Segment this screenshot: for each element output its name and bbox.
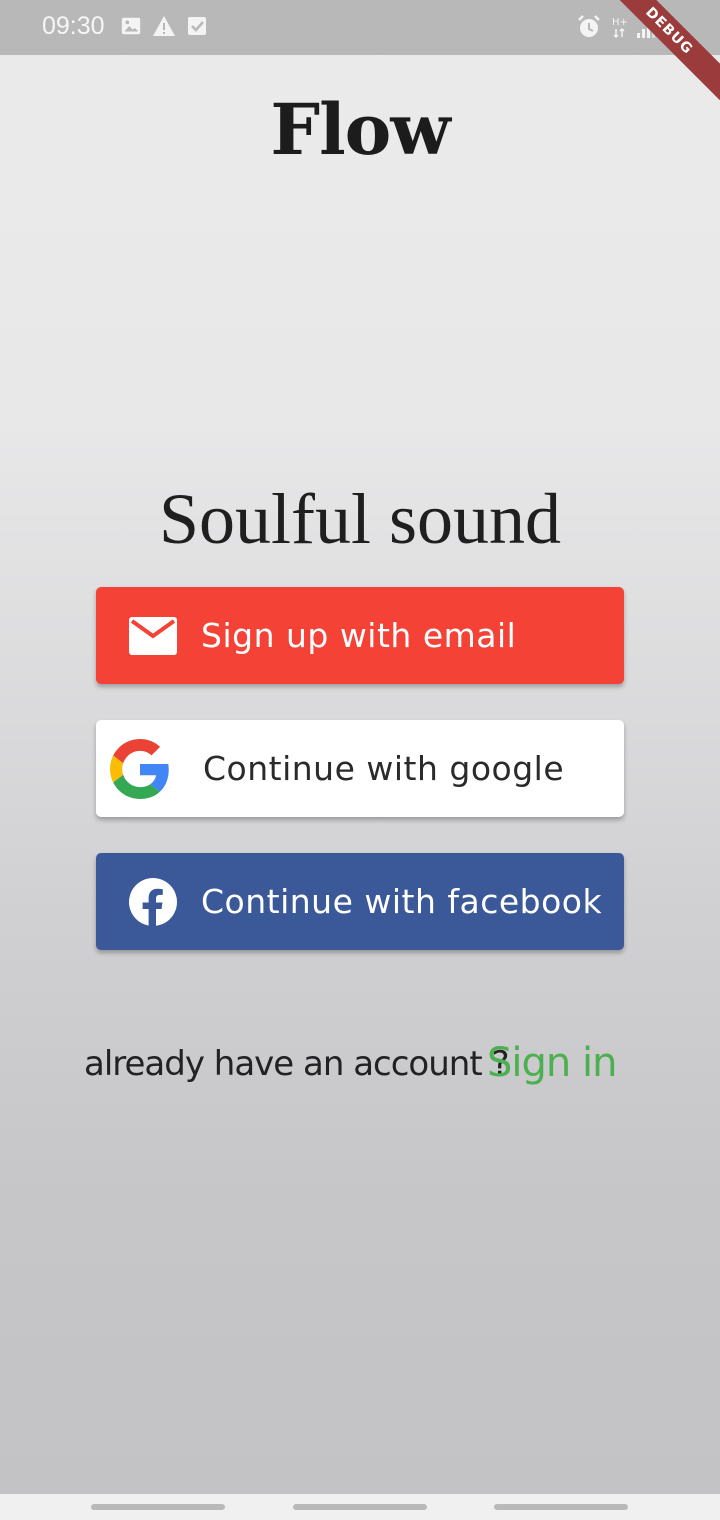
app-title: Flow	[270, 88, 450, 171]
warning-icon	[152, 15, 176, 39]
account-row: already have an account ? Sign in	[0, 1040, 720, 1094]
navigation-bar	[0, 1494, 720, 1520]
continue-google-button[interactable]: Continue with google	[96, 720, 624, 817]
nav-pill-center[interactable]	[293, 1504, 427, 1510]
continue-facebook-label: Continue with facebook	[201, 882, 603, 921]
sign-in-link[interactable]: Sign in	[487, 1040, 617, 1086]
checkbox-icon	[187, 15, 211, 39]
continue-facebook-button[interactable]: Continue with facebook	[96, 853, 624, 950]
facebook-icon	[129, 877, 177, 926]
nav-pill-left[interactable]	[91, 1504, 225, 1510]
sign-up-email-button[interactable]: Sign up with email	[96, 587, 624, 684]
tagline: Soulful sound	[158, 479, 562, 559]
status-time: 09:30	[42, 12, 105, 40]
status-bar: 09:30 H+	[0, 0, 720, 55]
google-icon	[109, 738, 171, 800]
alarm-icon	[576, 14, 602, 44]
image-icon	[120, 15, 144, 39]
sign-up-email-label: Sign up with email	[201, 616, 517, 655]
nav-pill-right[interactable]	[494, 1504, 628, 1510]
mail-icon	[129, 616, 177, 656]
account-prompt: already have an account ?	[84, 1044, 510, 1084]
debug-banner: DEBUG	[620, 0, 720, 100]
continue-google-label: Continue with google	[203, 749, 565, 788]
